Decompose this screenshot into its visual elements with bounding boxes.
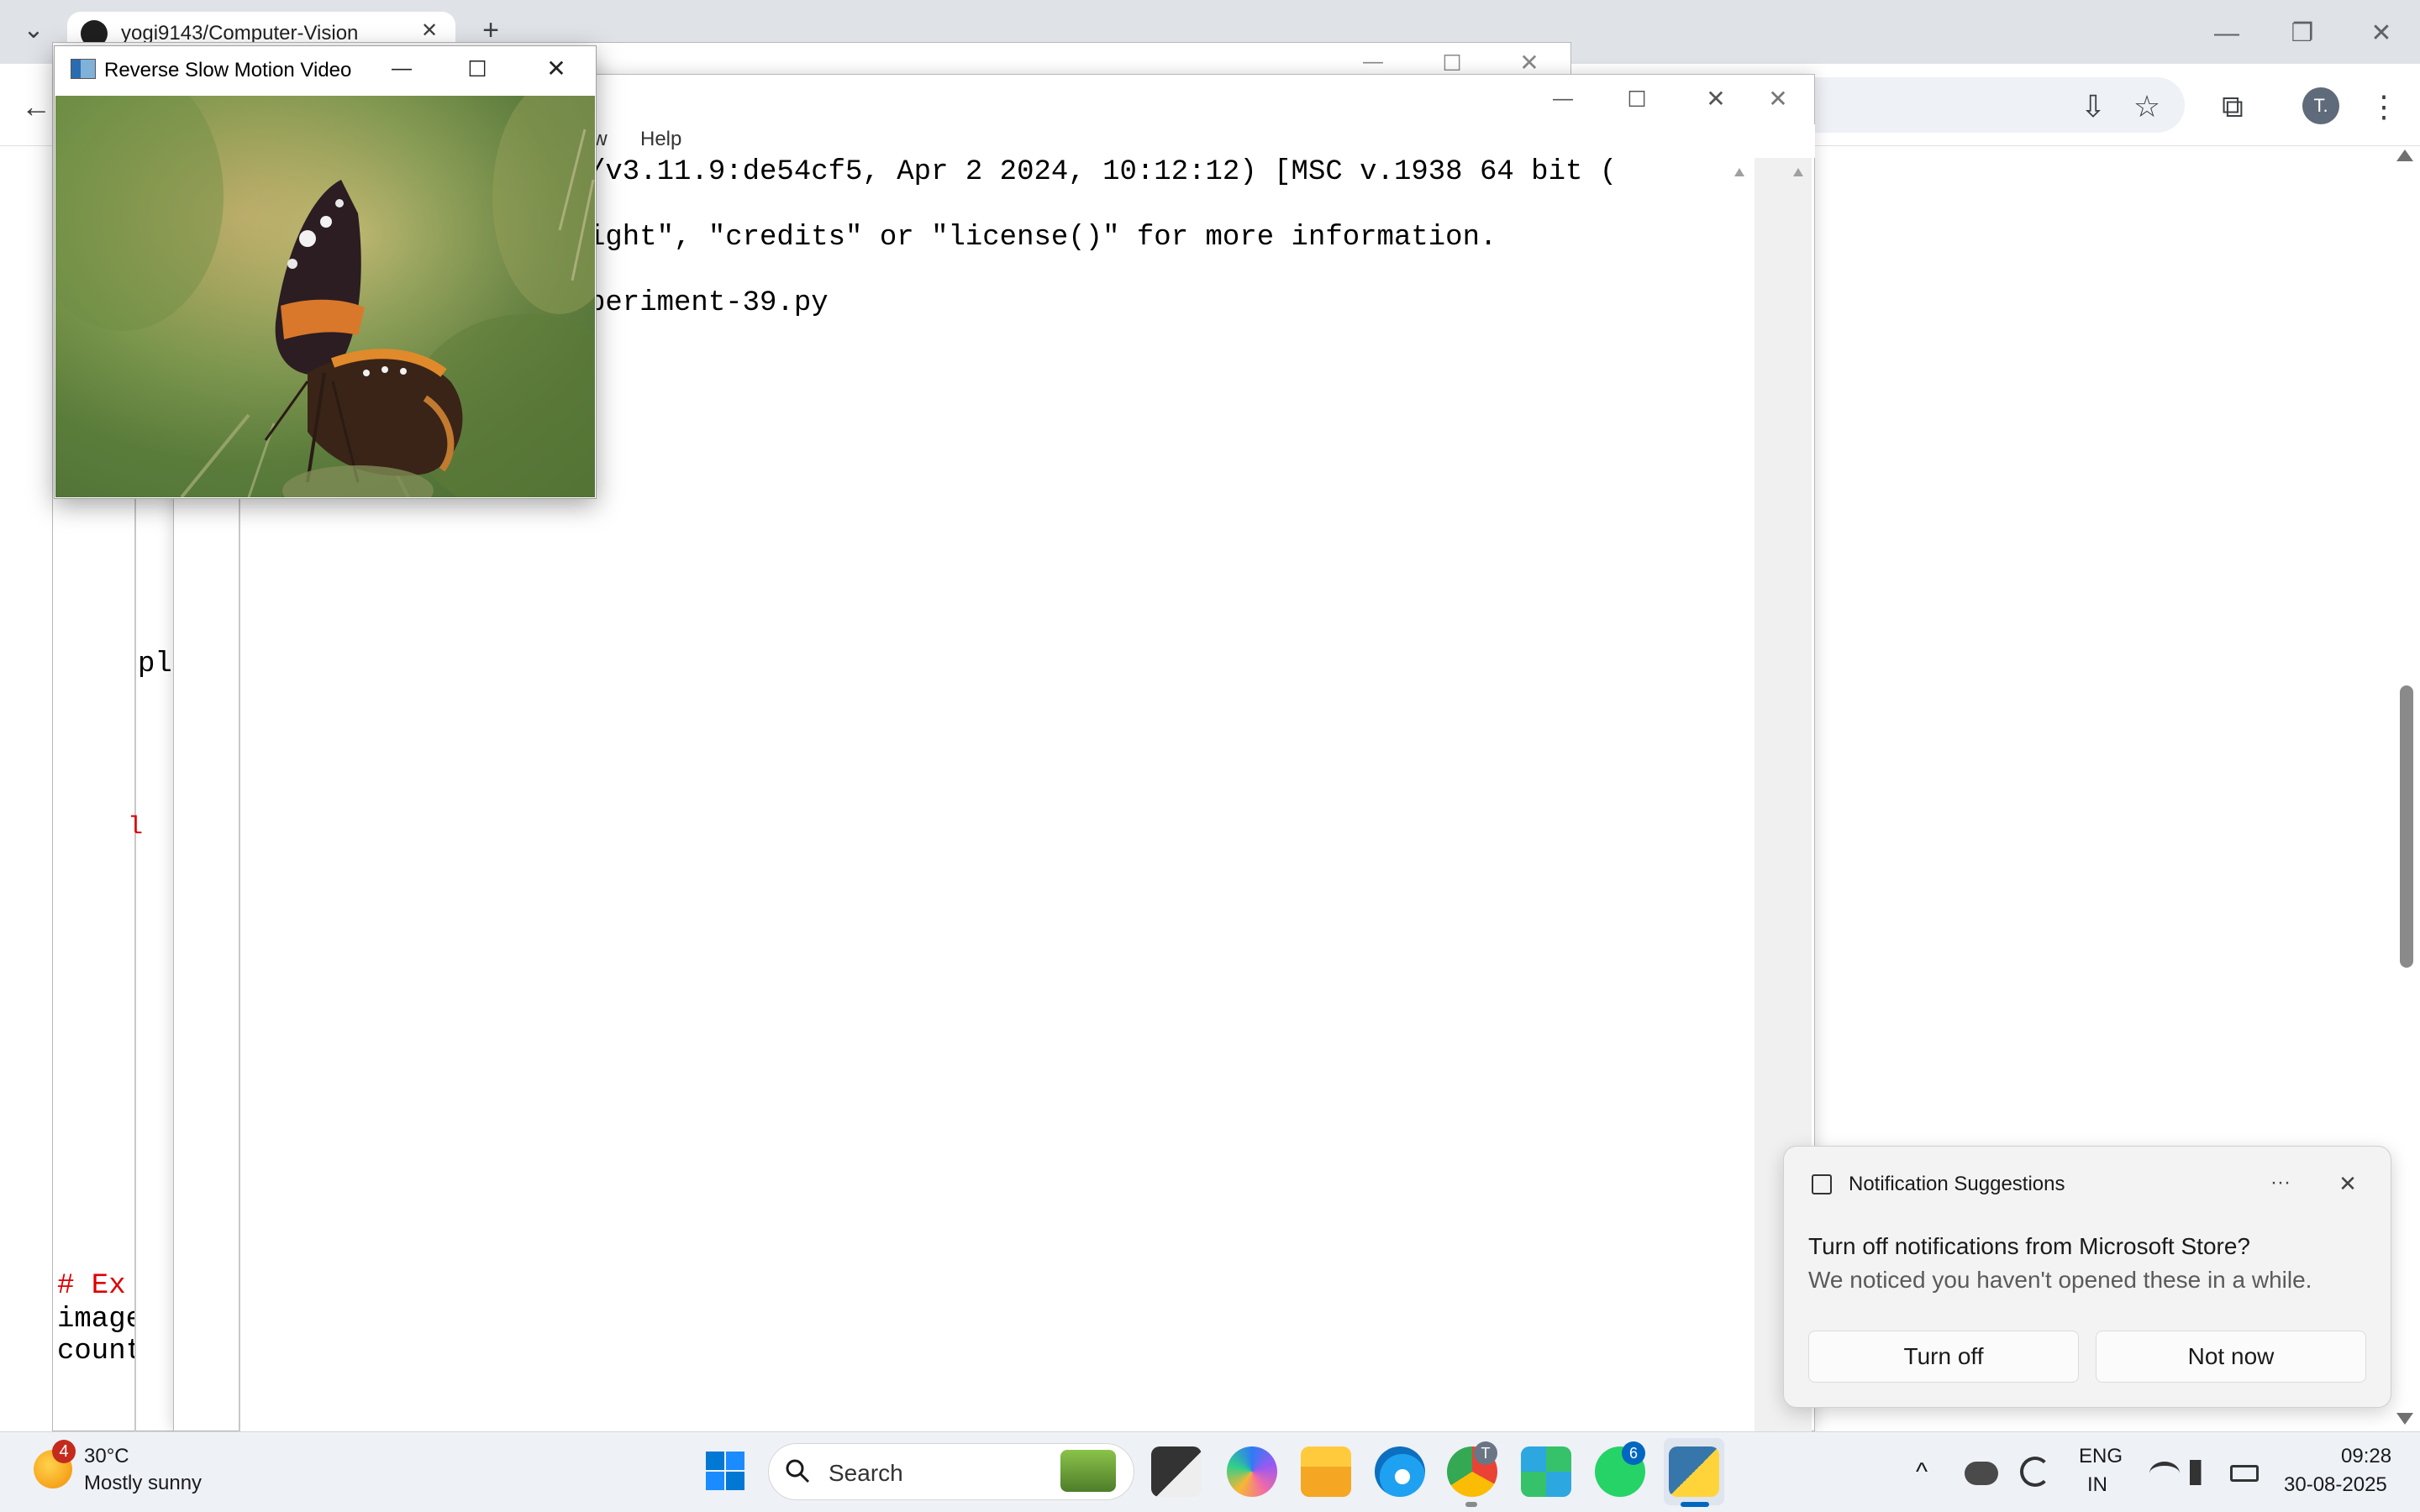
shell-scroll-up-arrow[interactable] xyxy=(1734,168,1744,176)
notification-close-icon[interactable]: ✕ xyxy=(2331,1171,2365,1196)
editor-close-button[interactable]: ✕ xyxy=(1511,49,1548,76)
search-icon xyxy=(785,1458,810,1483)
python-icon xyxy=(1669,1446,1719,1497)
code-fragment: image xyxy=(57,1304,134,1336)
code-fragment: l xyxy=(128,813,144,842)
tab-close-icon[interactable]: ✕ xyxy=(417,18,442,44)
weather-description[interactable]: Mostly sunny xyxy=(84,1472,202,1495)
shell-output-line: ight", "credits" or "license()" for more… xyxy=(588,222,1497,254)
butterfly-image xyxy=(55,96,595,497)
search-highlight-icon xyxy=(1060,1450,1116,1492)
page-scroll-up-arrow[interactable] xyxy=(2396,150,2413,161)
extensions-icon[interactable]: ⧉ xyxy=(2213,87,2252,126)
shell-close-button[interactable]: ✕ xyxy=(1697,82,1734,116)
video-frame-butterfly xyxy=(55,96,595,497)
app-grid-icon[interactable] xyxy=(1521,1446,1571,1497)
edge-icon[interactable] xyxy=(1375,1446,1425,1497)
editor-minimize-button[interactable]: — xyxy=(1355,50,1392,76)
code-comment: # Ex xyxy=(57,1270,126,1302)
video-window-title: Reverse Slow Motion Video xyxy=(104,59,352,81)
page-scroll-thumb[interactable] xyxy=(2400,685,2413,968)
volume-icon[interactable] xyxy=(2190,1460,2218,1485)
browser-restore-button[interactable]: ❐ xyxy=(2286,17,2319,50)
windows-logo-icon xyxy=(706,1452,744,1490)
editor-maximize-button[interactable]: ☐ xyxy=(1434,50,1470,76)
install-app-icon[interactable]: ⇩ xyxy=(2074,87,2112,126)
python-active-indicator xyxy=(1681,1502,1709,1507)
profile-avatar[interactable]: T. xyxy=(2302,87,2339,124)
shell-output-line: /v3.11.9:de54cf5, Apr 2 2024, 10:12:12) … xyxy=(588,156,1618,188)
browser-menu-icon[interactable]: ⋮ xyxy=(2365,87,2403,126)
weather-temperature[interactable]: 30°C xyxy=(84,1445,129,1468)
back-button[interactable]: ← xyxy=(17,87,55,126)
shell-minimize-button[interactable]: — xyxy=(1544,82,1581,116)
bookmark-star-icon[interactable]: ☆ xyxy=(2128,87,2166,126)
outer-close-button[interactable]: ✕ xyxy=(1760,82,1797,116)
video-maximize-button[interactable]: ☐ xyxy=(459,54,496,84)
shell-output-line: periment-39.py xyxy=(588,287,829,319)
browser-close-button[interactable]: ✕ xyxy=(2365,17,2398,50)
file-explorer-icon[interactable] xyxy=(1301,1446,1351,1497)
whatsapp-badge: 6 xyxy=(1622,1441,1645,1465)
wifi-icon[interactable] xyxy=(2149,1462,2180,1485)
video-close-button[interactable]: ✕ xyxy=(538,54,575,84)
battery-icon[interactable] xyxy=(2230,1465,2259,1482)
task-view-icon[interactable] xyxy=(1151,1446,1202,1497)
menu-item-help[interactable]: Help xyxy=(640,128,681,151)
turn-off-button[interactable]: Turn off xyxy=(1808,1331,2079,1383)
taskbar xyxy=(0,1431,2420,1512)
chrome-profile-badge: T xyxy=(1474,1441,1497,1465)
notification-body: We noticed you haven't opened these in a… xyxy=(1808,1267,2312,1293)
language-indicator-eng[interactable]: ENG xyxy=(2079,1445,2123,1468)
clock-time[interactable]: 09:28 xyxy=(2341,1445,2391,1468)
notification-app-name: Notification Suggestions xyxy=(1849,1173,2065,1195)
notification-title: Turn off notifications from Microsoft St… xyxy=(1808,1233,2250,1259)
chrome-active-indicator xyxy=(1465,1502,1477,1507)
video-app-icon xyxy=(71,59,96,79)
outer-scroll-up-arrow[interactable] xyxy=(1793,168,1803,176)
onedrive-error-icon[interactable] xyxy=(1965,1462,1998,1485)
clock-date[interactable]: 30-08-2025 xyxy=(2284,1473,2387,1497)
language-indicator-in[interactable]: IN xyxy=(2087,1473,2107,1497)
taskbar-search-placeholder: Search xyxy=(829,1460,903,1486)
tray-overflow-chevron[interactable]: ^ xyxy=(1916,1458,1928,1487)
code-fragment: pl xyxy=(138,648,172,680)
shell-maximize-button[interactable]: ☐ xyxy=(1618,82,1655,116)
code-fragment: count xyxy=(57,1336,134,1368)
notification-app-icon xyxy=(1812,1174,1832,1194)
sync-icon[interactable] xyxy=(2020,1457,2050,1487)
copilot-icon[interactable] xyxy=(1227,1446,1277,1497)
start-windows-icon[interactable] xyxy=(704,1450,746,1492)
not-now-button[interactable]: Not now xyxy=(2096,1331,2366,1383)
tab-list-button[interactable]: ⌄ xyxy=(17,13,50,47)
page-scroll-down-arrow[interactable] xyxy=(2396,1413,2413,1425)
weather-badge: 4 xyxy=(52,1440,76,1463)
notification-more-icon[interactable]: ··· xyxy=(2264,1171,2297,1196)
browser-minimize-button[interactable]: — xyxy=(2210,17,2244,50)
shell-scrollbar[interactable] xyxy=(1754,158,1783,1431)
video-minimize-button[interactable]: — xyxy=(383,54,420,84)
